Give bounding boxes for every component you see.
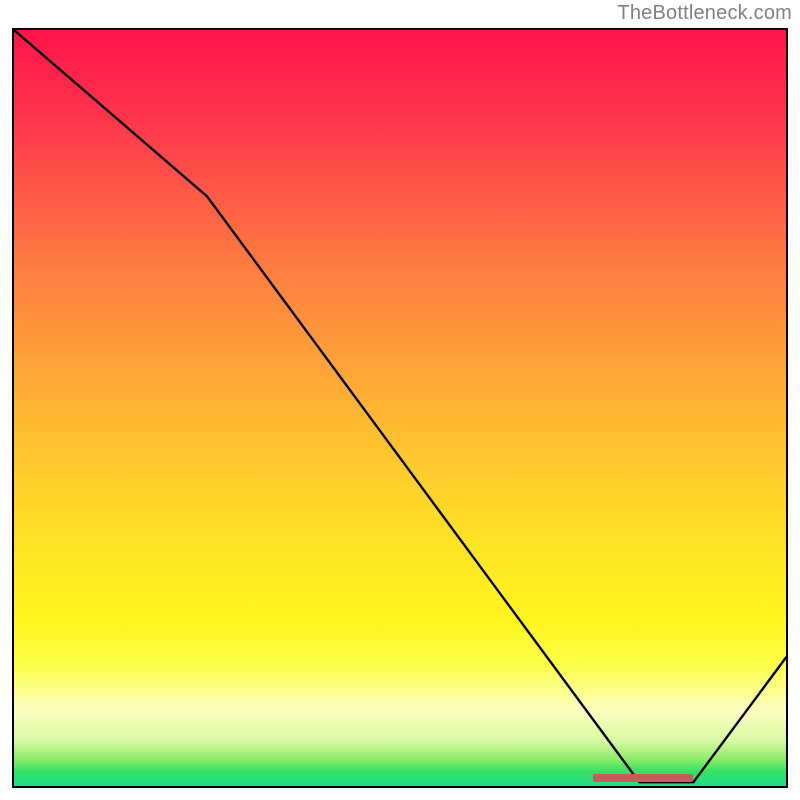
optimal-range-marker xyxy=(593,774,693,782)
plot-area xyxy=(12,28,788,788)
bottleneck-curve xyxy=(14,30,786,786)
watermark-text: TheBottleneck.com xyxy=(617,2,792,25)
chart-frame: TheBottleneck.com xyxy=(0,0,800,800)
